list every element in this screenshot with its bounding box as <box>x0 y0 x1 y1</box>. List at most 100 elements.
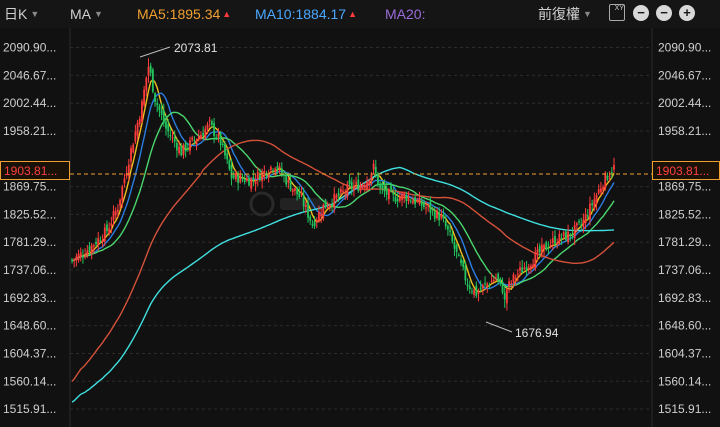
candle <box>521 259 524 274</box>
candle <box>534 246 537 271</box>
candle <box>503 285 506 308</box>
xy-axis-icon[interactable]: XY <box>609 4 625 21</box>
candle <box>291 188 294 196</box>
candle <box>143 85 146 107</box>
price-tick-label: 1648.60... <box>658 319 711 333</box>
candle <box>309 214 312 225</box>
candle <box>71 258 73 264</box>
candle <box>392 187 395 202</box>
candle <box>468 280 471 294</box>
price-tick-label: 1825.52... <box>3 207 56 221</box>
candle <box>149 62 152 77</box>
candle <box>606 172 609 182</box>
candle <box>613 157 615 173</box>
candle <box>447 224 449 236</box>
candle <box>267 169 270 183</box>
price-tick-label: 2002.44... <box>3 96 56 110</box>
candle <box>339 186 342 195</box>
candle <box>551 231 554 251</box>
candle <box>182 143 185 159</box>
zoom-in-icon[interactable]: + <box>679 5 695 21</box>
up-arrow-icon: ▲ <box>348 9 357 19</box>
candle <box>82 249 84 264</box>
candle <box>191 135 194 142</box>
candle <box>243 174 246 185</box>
candle <box>219 131 222 151</box>
price-tick-label: 2090.90... <box>658 41 711 55</box>
candle <box>348 173 351 187</box>
candle <box>484 276 486 288</box>
candle <box>294 186 296 196</box>
candle <box>475 281 478 299</box>
candle <box>239 170 242 184</box>
candle <box>200 131 202 141</box>
candle <box>114 207 117 219</box>
candle <box>532 258 535 269</box>
candle <box>202 126 205 138</box>
period-label: 日K <box>4 6 28 22</box>
price-tick-label: 1958.21... <box>658 124 711 138</box>
zoom-out-icon[interactable]: − <box>633 5 649 21</box>
candle <box>298 186 301 199</box>
price-tick-label: 1648.60... <box>3 319 56 333</box>
candle <box>169 127 172 141</box>
period-dropdown-icon: ▼ <box>30 9 40 19</box>
low-label: 1676.94 <box>515 326 559 340</box>
minimize-icon[interactable]: − <box>656 5 672 21</box>
candle <box>311 219 314 229</box>
candle <box>252 169 255 187</box>
price-tick-label: 1781.29... <box>658 235 711 249</box>
candle <box>248 174 250 187</box>
candle <box>558 230 561 246</box>
candle <box>141 99 143 124</box>
candle <box>189 136 191 155</box>
candle <box>125 166 128 180</box>
candle <box>442 208 445 223</box>
candle <box>134 124 137 144</box>
candle <box>232 171 235 180</box>
candle <box>453 237 456 256</box>
period-selector[interactable]: 日K ▼ <box>4 5 39 23</box>
candle <box>578 218 580 226</box>
candle <box>405 191 408 209</box>
indicator-selector[interactable]: MA ▼ <box>70 5 103 23</box>
candle <box>372 159 375 175</box>
candle <box>130 145 132 168</box>
price-tick-label: 2090.90... <box>3 41 56 55</box>
ma120-line <box>71 166 615 403</box>
price-tick-label: 1869.75... <box>658 180 711 194</box>
candle <box>363 182 366 193</box>
candle <box>565 229 567 242</box>
candle <box>460 255 462 267</box>
candle <box>387 187 390 205</box>
candle <box>195 138 198 151</box>
candle <box>250 176 253 193</box>
adjust-selector[interactable]: 前復權 ▼ <box>538 5 592 23</box>
candle <box>147 58 150 83</box>
chart-toolbar: 日K ▼ MA ▼ MA5:1895.34 ▲ MA10:1884.17 ▲ MA20:… <box>0 0 720 28</box>
candle <box>597 184 600 195</box>
price-tick-label: 1869.75... <box>3 180 56 194</box>
candle <box>289 174 292 192</box>
candle <box>401 191 403 207</box>
candlestick-chart[interactable]: 2090.90... 2046.67... 2002.44... 1958.21...… <box>0 28 720 427</box>
candle <box>132 142 135 154</box>
up-arrow-icon: ▲ <box>222 9 232 19</box>
price-tick-label: 1515.91... <box>658 402 711 416</box>
candle <box>418 191 421 206</box>
candle <box>272 168 274 174</box>
candle <box>385 182 388 201</box>
indicator-label: MA <box>70 6 91 22</box>
candle <box>436 207 438 221</box>
candle <box>595 192 598 211</box>
left-price-axis: 2090.90... 2046.67... 2002.44... 1958.21...… <box>3 41 56 417</box>
last-price-right-box: 1903.81... <box>652 161 720 180</box>
candle <box>471 287 473 295</box>
ma20-value: MA20: <box>385 6 426 22</box>
price-tick-label: 1604.37... <box>3 347 56 361</box>
candle <box>228 158 231 171</box>
candle <box>567 224 570 245</box>
indicator-dropdown-icon: ▼ <box>94 9 103 19</box>
candle <box>79 247 82 262</box>
candle <box>158 103 161 118</box>
